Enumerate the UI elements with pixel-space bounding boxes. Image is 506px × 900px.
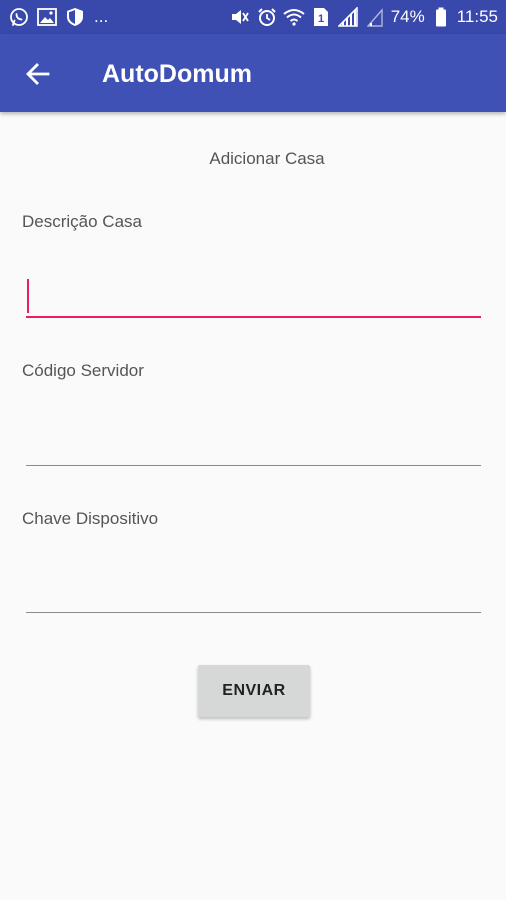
- codigo-servidor-input[interactable]: [26, 420, 481, 466]
- battery-icon: [430, 6, 452, 28]
- signal-icon: [337, 6, 359, 28]
- text-cursor: [27, 279, 29, 313]
- mute-icon: [229, 6, 251, 28]
- alarm-icon: [256, 6, 278, 28]
- status-bar-overflow: ...: [94, 7, 109, 26]
- back-button[interactable]: [18, 54, 58, 94]
- app-bar: AutoDomum: [0, 34, 506, 112]
- status-bar-notifications: ...: [8, 6, 108, 28]
- arrow-back-icon: [26, 63, 50, 85]
- image-icon: [36, 6, 58, 28]
- clock: 11:55: [456, 7, 498, 26]
- signal-weak-icon: [364, 6, 386, 28]
- enviar-button[interactable]: ENVIAR: [198, 665, 310, 717]
- form-title: Adicionar Casa: [209, 149, 325, 168]
- descricao-casa-label: Descrição Casa: [22, 212, 142, 231]
- sim-number: 1: [318, 13, 324, 25]
- descricao-casa-input[interactable]: [26, 272, 481, 318]
- app-title: AutoDomum: [102, 60, 252, 88]
- shield-icon: [64, 6, 86, 28]
- status-bar: ... 1 74% 11:55: [0, 0, 506, 34]
- chave-dispositivo-label: Chave Dispositivo: [22, 509, 159, 528]
- chave-dispositivo-input[interactable]: [26, 567, 481, 613]
- battery-percent: 74%: [390, 7, 425, 26]
- wifi-icon: [283, 6, 305, 28]
- whatsapp-icon: [8, 6, 30, 28]
- codigo-servidor-label: Código Servidor: [22, 361, 144, 380]
- status-bar-system: 1 74% 11:55: [229, 6, 498, 28]
- sim-icon: 1: [310, 6, 332, 28]
